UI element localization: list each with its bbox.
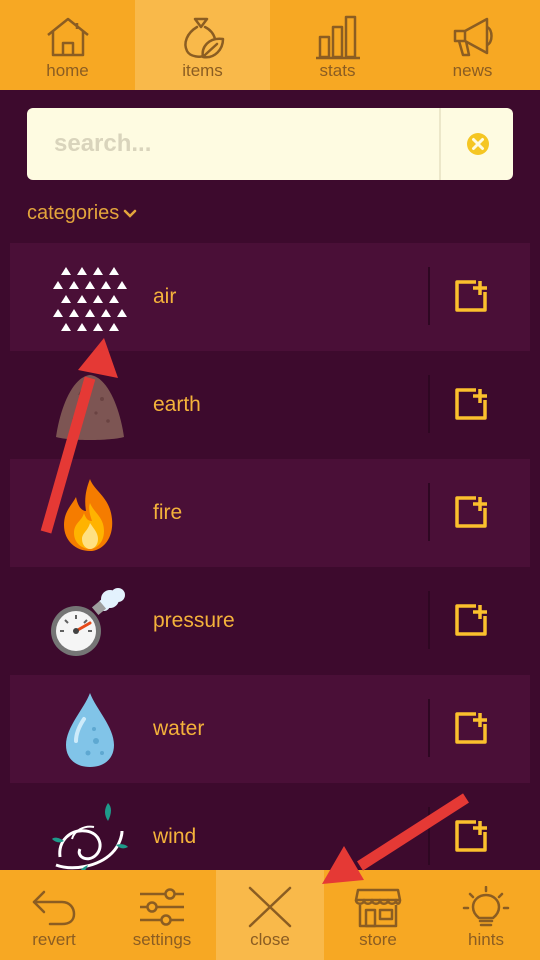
- sliders-icon: [140, 888, 184, 926]
- row-divider: [428, 591, 430, 649]
- tab-home[interactable]: home: [0, 0, 135, 90]
- revert-label: revert: [32, 930, 76, 949]
- settings-label: settings: [132, 930, 192, 949]
- item-name: pressure: [153, 609, 235, 632]
- close-button[interactable]: close: [216, 870, 324, 960]
- store-label: store: [359, 930, 397, 949]
- tab-news[interactable]: news: [405, 0, 540, 90]
- close-label: close: [250, 930, 290, 949]
- search-bar: [27, 108, 513, 180]
- close-x-icon: [248, 886, 292, 928]
- search-divider: [439, 108, 441, 180]
- add-to-workspace-icon[interactable]: [454, 711, 488, 745]
- list-item-pressure[interactable]: pressure: [10, 567, 530, 675]
- earth-mound-icon: [56, 375, 124, 440]
- row-divider: [428, 807, 430, 865]
- row-divider: [428, 267, 430, 325]
- wind-swirl-icon: [52, 803, 128, 873]
- top-nav: home items stats news: [0, 0, 540, 90]
- add-to-workspace-icon[interactable]: [454, 279, 488, 313]
- bottom-nav: revert settings close store hints: [0, 870, 540, 960]
- list-item-earth[interactable]: earth: [10, 351, 530, 459]
- add-to-workspace-icon[interactable]: [454, 603, 488, 637]
- hints-button[interactable]: hints: [432, 870, 540, 960]
- pressure-gauge-icon: [51, 588, 125, 656]
- tab-items-label: items: [182, 61, 223, 80]
- chevron-down-icon: [124, 209, 137, 218]
- item-name: water: [153, 717, 205, 740]
- tab-home-label: home: [46, 61, 89, 80]
- list-item-fire[interactable]: fire: [10, 459, 530, 567]
- add-to-workspace-icon[interactable]: [454, 387, 488, 421]
- tab-news-label: news: [452, 61, 493, 80]
- tab-items[interactable]: items: [135, 0, 270, 90]
- row-divider: [428, 699, 430, 757]
- items-list: air earth fire pressure water wind: [10, 243, 530, 891]
- tab-stats-label: stats: [319, 61, 356, 80]
- search-input[interactable]: [27, 108, 439, 180]
- item-name: earth: [153, 393, 201, 416]
- item-name: fire: [153, 501, 183, 524]
- add-to-workspace-icon[interactable]: [454, 819, 488, 853]
- items-bag-icon: [183, 17, 224, 59]
- tab-stats[interactable]: stats: [270, 0, 405, 90]
- item-name: air: [153, 285, 177, 308]
- settings-button[interactable]: settings: [108, 870, 216, 960]
- row-divider: [428, 375, 430, 433]
- categories-label: categories: [27, 201, 120, 224]
- revert-button[interactable]: revert: [0, 870, 108, 960]
- list-item-air[interactable]: air: [10, 243, 530, 351]
- lightbulb-icon: [462, 886, 510, 927]
- fire-icon: [64, 479, 113, 551]
- air-triangles-icon: [53, 267, 127, 331]
- add-to-workspace-icon[interactable]: [454, 495, 488, 529]
- store-button[interactable]: store: [324, 870, 432, 960]
- water-drop-icon: [66, 693, 114, 767]
- megaphone-icon: [453, 17, 493, 57]
- undo-arrow-icon: [32, 890, 76, 926]
- stats-bars-icon: [315, 15, 360, 60]
- hints-label: hints: [468, 930, 504, 949]
- clear-circle-icon[interactable]: [466, 132, 490, 156]
- list-item-water[interactable]: water: [10, 675, 530, 783]
- storefront-icon: [354, 888, 402, 928]
- home-icon: [46, 17, 89, 57]
- row-divider: [428, 483, 430, 541]
- categories-dropdown[interactable]: categories: [27, 200, 137, 226]
